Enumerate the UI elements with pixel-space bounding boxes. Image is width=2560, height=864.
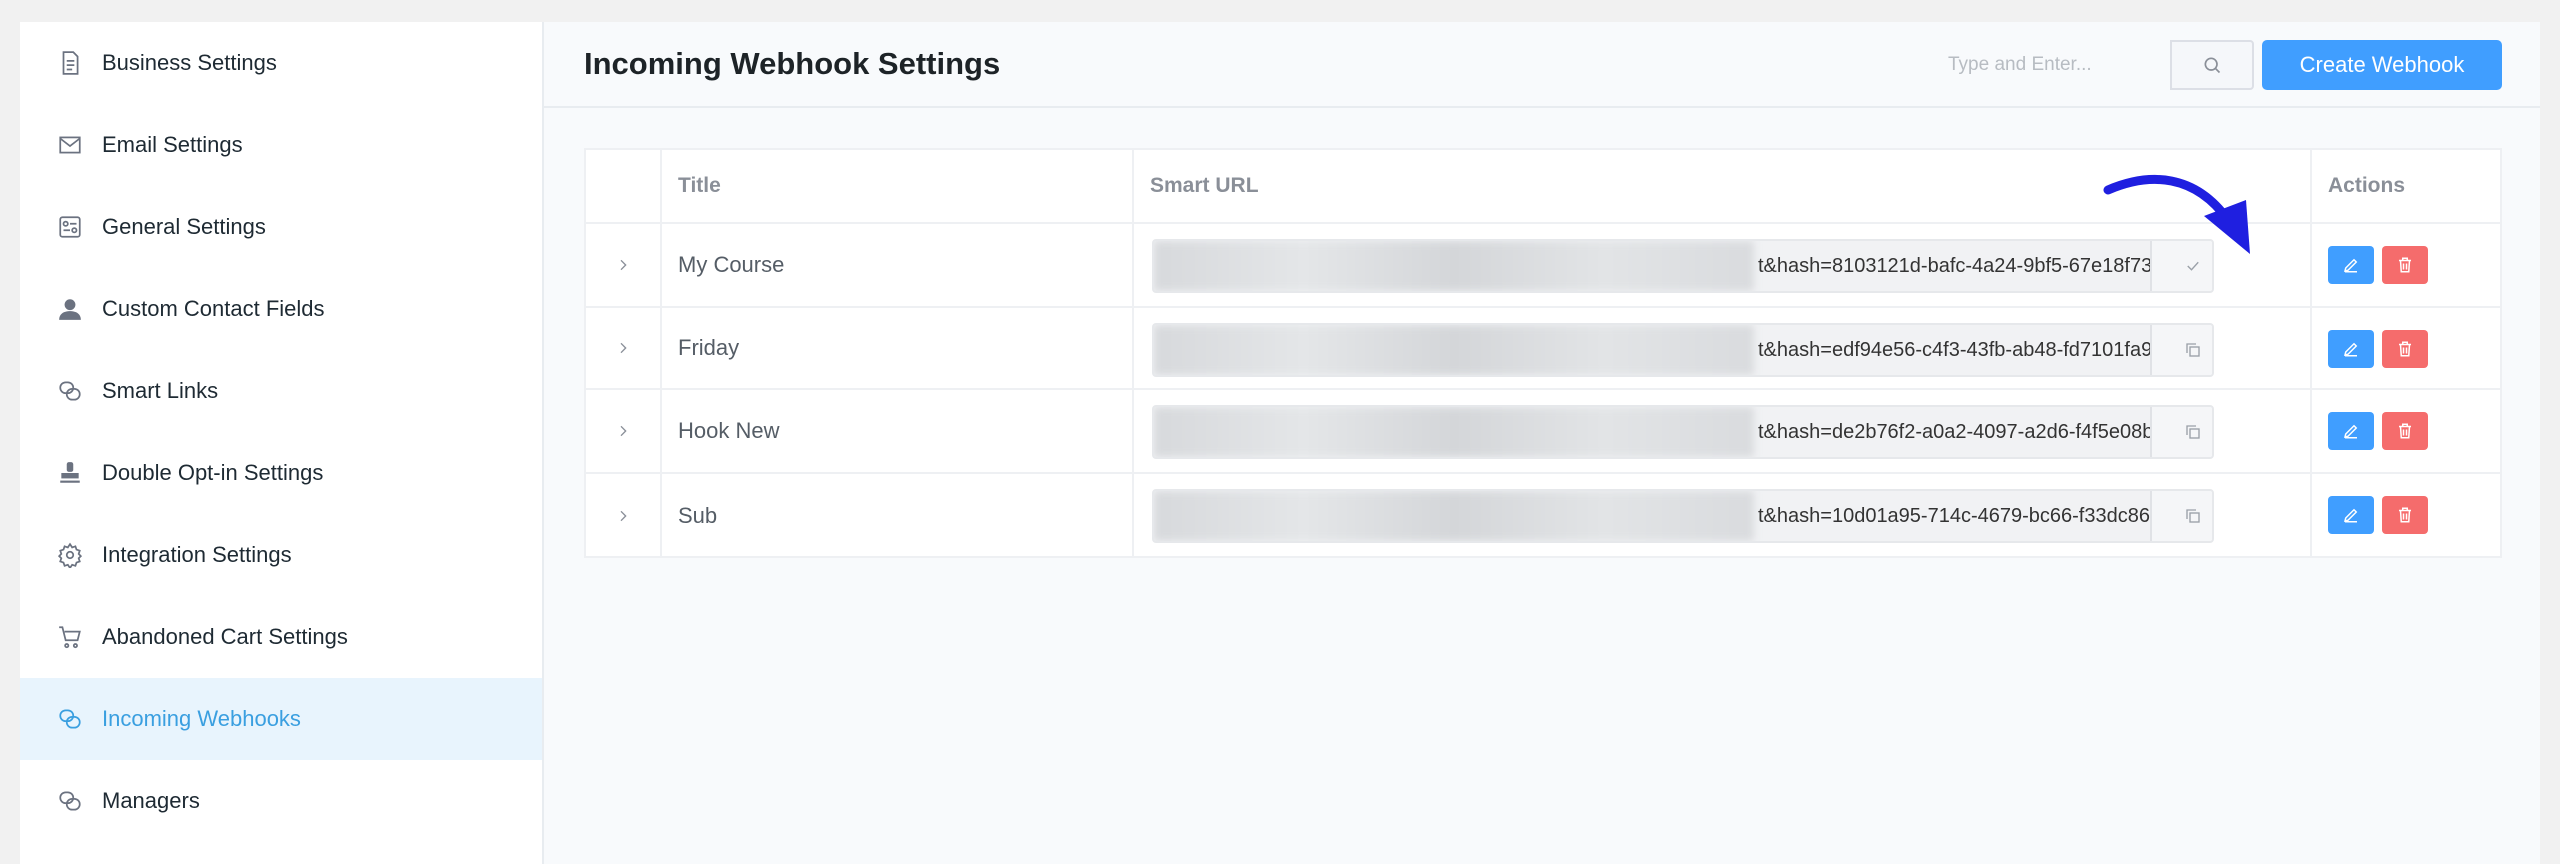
sidebar-item-email-settings[interactable]: Email Settings [20, 104, 542, 186]
trash-icon [2399, 341, 2411, 357]
copy-url-button[interactable] [2150, 491, 2212, 541]
url-redacted-part [1154, 407, 1754, 457]
smart-url-text: t&hash=edf94e56-c4f3-43fb-ab48-fd7101fa9… [1758, 339, 2186, 361]
sidebar-item-general-settings[interactable]: General Settings [20, 186, 542, 268]
copy-icon [2186, 425, 2200, 439]
smart-url-field[interactable]: t&hash=edf94e56-c4f3-43fb-ab48-fd7101fa9… [1152, 323, 2214, 377]
expand-row-button[interactable] [586, 308, 662, 388]
webhook-title: Friday [662, 308, 1134, 388]
envelope-icon [56, 131, 84, 159]
edit-webhook-button[interactable] [2328, 496, 2374, 534]
sidebar-item-incoming-webhooks[interactable]: Incoming Webhooks [20, 678, 542, 760]
delete-webhook-button[interactable] [2382, 412, 2428, 450]
trash-icon [2399, 507, 2411, 523]
search-input[interactable] [1938, 40, 2170, 90]
settings-sidebar: Business Settings Email Settings General… [20, 22, 544, 864]
expand-row-button[interactable] [586, 474, 662, 558]
smart-url-field[interactable]: t&hash=8103121d-bafc-4a24-9bf5-67e18f739… [1152, 239, 2214, 293]
page-header: Incoming Webhook Settings Create Webhook [544, 22, 2540, 108]
table-row: Hook New t&hash=de2b76f2-a0a2-4097-a2d6-… [586, 390, 2500, 474]
url-redacted-part [1154, 491, 1754, 541]
sidebar-item-label: Abandoned Cart Settings [102, 624, 348, 649]
sidebar-item-label: Smart Links [102, 378, 219, 403]
trash-icon [2399, 257, 2411, 273]
chevron-right-icon [620, 342, 627, 354]
url-redacted-part [1154, 241, 1754, 291]
edit-icon [2343, 342, 2358, 357]
edit-icon [2343, 258, 2358, 273]
sidebar-item-label: Custom Contact Fields [102, 296, 325, 321]
smart-url-field[interactable]: t&hash=10d01a95-714c-4679-bc66-f33dc86dc… [1152, 489, 2214, 543]
chevron-right-icon [620, 425, 627, 437]
sidebar-item-integration-settings[interactable]: Integration Settings [20, 514, 542, 596]
search-icon [2204, 57, 2221, 74]
link-icon [56, 377, 84, 405]
table-row: Sub t&hash=10d01a95-714c-4679-bc66-f33dc… [586, 474, 2500, 558]
document-icon [56, 49, 84, 77]
edit-webhook-button[interactable] [2328, 246, 2374, 284]
copy-url-button[interactable] [2150, 325, 2212, 375]
annotation-arrow-icon [2103, 174, 2250, 254]
sidebar-item-label: Integration Settings [102, 542, 292, 567]
webhook-icon [56, 705, 84, 733]
app-window: Business Settings Email Settings General… [20, 22, 2540, 864]
sidebar-item-label: Incoming Webhooks [102, 706, 301, 731]
sidebar-item-double-opt-in-settings[interactable]: Double Opt-in Settings [20, 432, 542, 514]
sidebar-item-label: Managers [102, 788, 200, 813]
edit-icon [2343, 424, 2358, 439]
main-content: Incoming Webhook Settings Create Webhook… [544, 22, 2540, 864]
copy-icon [2186, 509, 2200, 523]
chevron-right-icon [620, 510, 627, 522]
smart-url-field[interactable]: t&hash=de2b76f2-a0a2-4097-a2d6-f4f5e08b4… [1152, 405, 2214, 459]
sidebar-item-abandoned-cart-settings[interactable]: Abandoned Cart Settings [20, 596, 542, 678]
managers-icon [56, 787, 84, 815]
page-title: Incoming Webhook Settings [584, 46, 1001, 81]
settings-panel-icon [56, 213, 84, 241]
delete-webhook-button[interactable] [2382, 246, 2428, 284]
smart-url-text: t&hash=de2b76f2-a0a2-4097-a2d6-f4f5e08b4… [1758, 421, 2198, 443]
edit-icon [2343, 508, 2358, 523]
cart-icon [56, 623, 84, 651]
expand-row-button[interactable] [586, 224, 662, 306]
trash-icon [2399, 423, 2411, 439]
gear-icon [56, 541, 84, 569]
sidebar-item-business-settings[interactable]: Business Settings [20, 22, 542, 104]
webhook-title: My Course [662, 224, 1134, 306]
stamp-icon [56, 459, 84, 487]
column-header-actions: Actions [2328, 174, 2406, 197]
chevron-right-icon [620, 259, 627, 271]
edit-webhook-button[interactable] [2328, 330, 2374, 368]
table-row: Friday t&hash=edf94e56-c4f3-43fb-ab48-fd… [586, 308, 2500, 390]
copy-url-button[interactable] [2150, 407, 2212, 457]
column-header-title: Title [662, 150, 1134, 222]
sidebar-item-label: General Settings [102, 214, 266, 239]
webhook-title: Sub [662, 474, 1134, 558]
copy-icon [2186, 343, 2200, 357]
expand-row-button[interactable] [586, 390, 662, 472]
sidebar-item-smart-links[interactable]: Smart Links [20, 350, 542, 432]
user-icon [56, 295, 84, 323]
sidebar-item-label: Double Opt-in Settings [102, 460, 324, 485]
webhook-title: Hook New [662, 390, 1134, 472]
sidebar-item-managers[interactable]: Managers [20, 760, 542, 842]
edit-webhook-button[interactable] [2328, 412, 2374, 450]
search-button[interactable] [2170, 40, 2254, 90]
smart-url-text: t&hash=10d01a95-714c-4679-bc66-f33dc86dc… [1758, 505, 2194, 527]
url-redacted-part [1154, 325, 1754, 375]
sidebar-item-label: Email Settings [102, 132, 243, 157]
sidebar-item-custom-contact-fields[interactable]: Custom Contact Fields [20, 268, 542, 350]
create-webhook-button[interactable]: Create Webhook [2262, 40, 2502, 90]
delete-webhook-button[interactable] [2382, 496, 2428, 534]
delete-webhook-button[interactable] [2382, 330, 2428, 368]
sidebar-item-label: Business Settings [102, 50, 277, 75]
